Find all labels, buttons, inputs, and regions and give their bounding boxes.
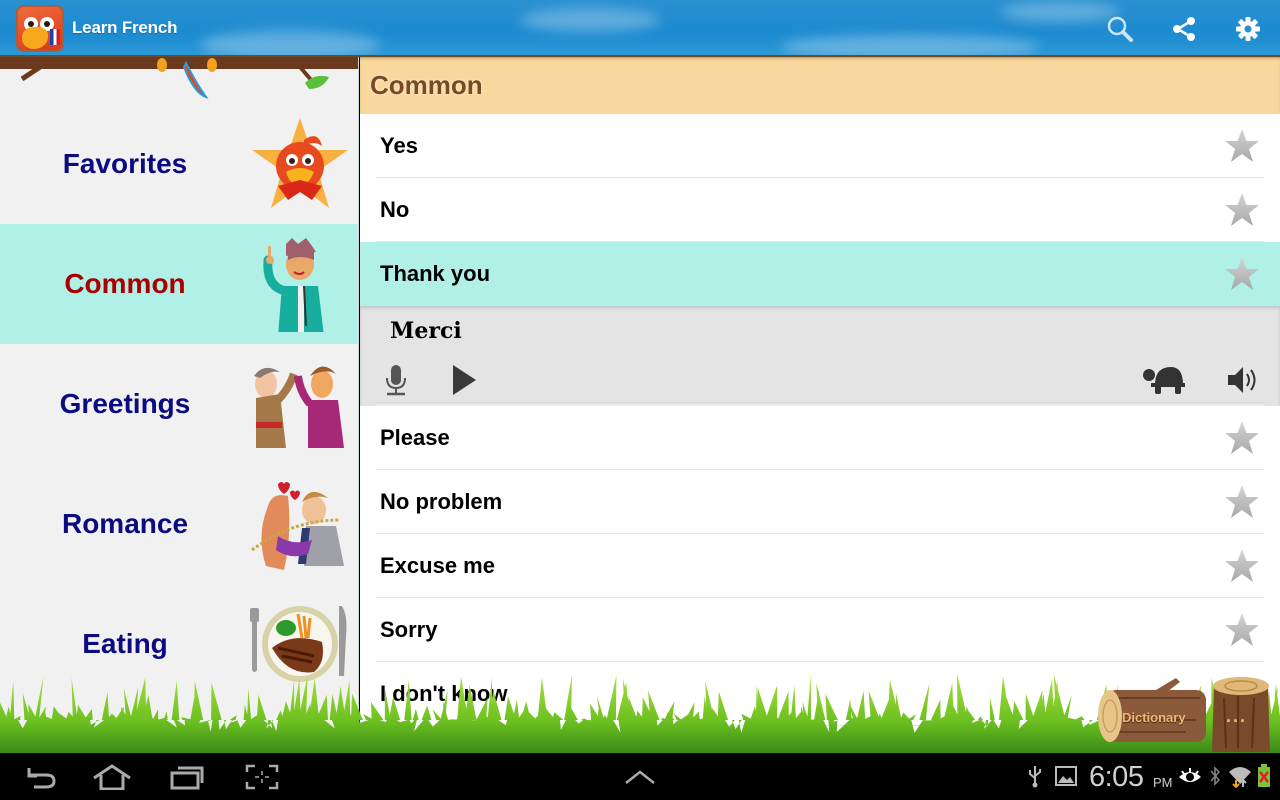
favorite-star-icon[interactable] bbox=[1224, 128, 1260, 164]
bluetooth-icon bbox=[1210, 766, 1221, 786]
app-logo-icon[interactable] bbox=[16, 5, 64, 52]
chevron-up-icon bbox=[625, 770, 655, 784]
share-button[interactable] bbox=[1167, 12, 1201, 46]
wifi-status bbox=[1228, 763, 1252, 789]
settings-button[interactable] bbox=[1231, 12, 1265, 46]
man-pointing-icon bbox=[263, 238, 324, 332]
gear-icon bbox=[1236, 17, 1260, 41]
speak-button[interactable] bbox=[1224, 362, 1260, 398]
favorite-star-icon[interactable] bbox=[1224, 420, 1260, 456]
phrase-list-panel: Common Yes No Thank you Merci Please No … bbox=[360, 57, 1280, 753]
search-button[interactable] bbox=[1103, 12, 1137, 46]
dictionary-button[interactable]: Dictionary bbox=[1096, 676, 1208, 746]
phrase-label: Excuse me bbox=[380, 553, 495, 578]
record-button[interactable] bbox=[378, 362, 414, 398]
category-label: Eating bbox=[82, 628, 168, 659]
favorite-star-icon[interactable] bbox=[1224, 548, 1260, 584]
phrase-row-no[interactable]: No bbox=[360, 178, 1280, 242]
more-label: ... bbox=[1226, 706, 1248, 726]
translation-panel: Merci bbox=[360, 306, 1280, 406]
phrase-label: No bbox=[380, 197, 410, 222]
cloud-decoration bbox=[1000, 2, 1120, 22]
favorite-star-icon[interactable] bbox=[1224, 192, 1260, 228]
category-sidebar: Favorites Common Greetings Romance Eatin… bbox=[0, 57, 359, 753]
dictionary-label: Dictionary bbox=[1122, 710, 1186, 725]
screenshot-icon bbox=[245, 764, 279, 790]
speaker-icon bbox=[1228, 367, 1256, 393]
battery-icon bbox=[1258, 764, 1270, 787]
cloud-decoration bbox=[520, 8, 660, 32]
favorite-star-icon[interactable] bbox=[1224, 484, 1260, 520]
play-icon bbox=[453, 365, 476, 395]
expand-up-button[interactable] bbox=[620, 761, 660, 793]
usb-status bbox=[1026, 763, 1044, 789]
category-romance[interactable]: Romance bbox=[0, 464, 358, 584]
battery-status bbox=[1256, 763, 1272, 789]
category-label: Greetings bbox=[59, 388, 191, 419]
phrase-row-sorry[interactable]: Sorry bbox=[360, 598, 1280, 662]
screenshot-button[interactable] bbox=[242, 761, 282, 793]
cloud-decoration bbox=[200, 30, 380, 55]
turtle-icon bbox=[1143, 367, 1185, 394]
cloud-decoration bbox=[780, 34, 1040, 55]
category-favorites[interactable]: Favorites bbox=[0, 104, 358, 224]
home-icon bbox=[93, 764, 131, 790]
smart-stay-status bbox=[1178, 763, 1202, 789]
more-options-button[interactable]: ... bbox=[1208, 672, 1276, 752]
search-icon bbox=[1107, 16, 1133, 42]
gallery-status bbox=[1054, 763, 1078, 789]
category-label: Romance bbox=[61, 508, 189, 539]
share-icon bbox=[1173, 17, 1195, 41]
logo-beak bbox=[22, 27, 48, 49]
phrase-row-yes[interactable]: Yes bbox=[360, 114, 1280, 178]
category-label: Common bbox=[64, 268, 186, 299]
app-title: Learn French bbox=[72, 18, 178, 37]
couple-kissing-icon bbox=[251, 482, 344, 570]
french-flag-icon bbox=[50, 29, 60, 45]
microphone-icon bbox=[386, 365, 406, 396]
category-common[interactable]: Common bbox=[0, 224, 358, 344]
favorite-star-icon[interactable] bbox=[1224, 256, 1260, 292]
phrase-label: Sorry bbox=[380, 617, 438, 642]
phrase-label: Yes bbox=[380, 133, 418, 158]
bluetooth-status bbox=[1208, 763, 1222, 789]
phrase-row-excuse-me[interactable]: Excuse me bbox=[360, 534, 1280, 598]
usb-icon bbox=[1029, 766, 1041, 788]
eye-icon bbox=[1179, 768, 1201, 782]
favorite-star-icon[interactable] bbox=[1224, 612, 1260, 648]
phrase-row-no-problem[interactable]: No problem bbox=[360, 470, 1280, 534]
slow-playback-button[interactable] bbox=[1140, 362, 1188, 398]
recent-apps-icon bbox=[170, 766, 204, 790]
category-greetings[interactable]: Greetings bbox=[0, 344, 358, 464]
phrase-row-please[interactable]: Please bbox=[360, 406, 1280, 470]
recent-apps-button[interactable] bbox=[168, 761, 208, 793]
action-bar: Learn French bbox=[0, 0, 1280, 57]
phrase-label: Please bbox=[380, 425, 450, 450]
phrase-label: No problem bbox=[380, 489, 503, 514]
phrase-label: I don't know bbox=[380, 681, 508, 706]
tree-branch-decoration bbox=[0, 57, 358, 99]
clock-ampm: PM bbox=[1153, 775, 1173, 790]
play-button[interactable] bbox=[446, 362, 482, 398]
category-label: Favorites bbox=[62, 148, 188, 179]
section-title: Common bbox=[360, 57, 1280, 114]
gallery-icon bbox=[1055, 766, 1077, 786]
high-five-icon bbox=[254, 366, 344, 448]
clock-time: 6:05 bbox=[1089, 761, 1144, 793]
back-button[interactable] bbox=[20, 761, 60, 793]
category-eating[interactable]: Eating bbox=[0, 584, 358, 704]
home-button[interactable] bbox=[92, 761, 132, 793]
wifi-icon bbox=[1229, 767, 1251, 788]
system-navigation-bar: 6:05 PM bbox=[0, 753, 1280, 800]
parrot-star-icon bbox=[252, 118, 348, 208]
plate-steak-icon bbox=[250, 606, 347, 682]
translation-text: Merci bbox=[390, 318, 462, 344]
back-icon bbox=[27, 768, 56, 789]
phrase-label: Thank you bbox=[380, 261, 491, 286]
phrase-row-thank-you[interactable]: Thank you bbox=[360, 242, 1280, 306]
